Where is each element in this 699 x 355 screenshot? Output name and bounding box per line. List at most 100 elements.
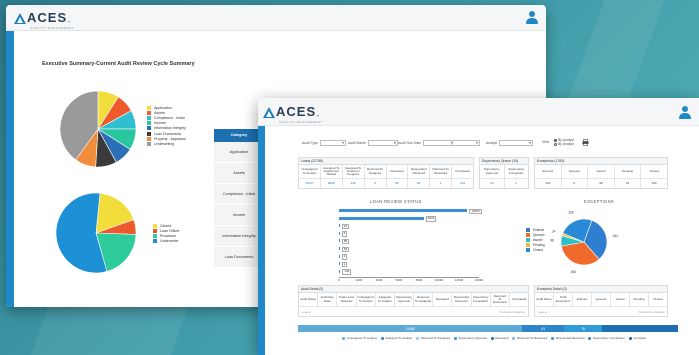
bar[interactable] xyxy=(339,239,340,243)
grid-cell: 13 xyxy=(480,179,505,188)
bar-data-label: 13 xyxy=(341,223,349,230)
grid-cell: Assigned To Analyst In Progress xyxy=(343,165,365,178)
legend-swatch xyxy=(490,336,494,340)
audit-detail-empty: No items to display xyxy=(499,309,525,314)
view-radio-2[interactable]: By Analyst xyxy=(554,142,574,146)
category-row[interactable]: Income xyxy=(214,205,264,226)
audit-type-label: Audit Type xyxy=(302,141,318,145)
legend-label: Responded Received xyxy=(555,336,585,340)
summary-segment xyxy=(601,325,678,332)
exceptions-panel: Exceptions (1765) Entered Queued Issued Pen… xyxy=(534,157,668,189)
grid-cell: Pending xyxy=(615,165,642,178)
legend-label: Entered xyxy=(533,227,545,232)
grid-cell: Responded Received xyxy=(452,293,472,306)
aces-logo[interactable]: ACES ™ QUALITY MANAGEMENT xyxy=(14,11,74,30)
aces-logo[interactable]: ACES ™ QUALITY MANAGEMENT xyxy=(263,104,323,124)
logo-tm: ™ xyxy=(67,20,71,24)
legend-swatch xyxy=(147,136,151,141)
grid-cell: 89 xyxy=(387,179,409,188)
audit-type-select[interactable] xyxy=(319,140,346,146)
exception-detail-empty: No items to display xyxy=(638,309,664,314)
logo-text: ACES xyxy=(276,104,317,119)
legend-item: Queued xyxy=(526,232,545,237)
grid-cell: Unassigned To Analyst xyxy=(299,165,321,178)
grid-cell: Issued xyxy=(588,165,615,178)
grid-cell: 12127 xyxy=(299,179,321,188)
bar[interactable] xyxy=(339,209,468,212)
summary-segment: 63 xyxy=(522,325,564,332)
category-row[interactable]: Loan Documents xyxy=(214,247,264,268)
grid-cell: Entered xyxy=(535,165,562,178)
grid-cell: 442 xyxy=(535,179,562,188)
grid-cell: Queued xyxy=(562,165,589,178)
summary-segment: 78 xyxy=(563,325,602,332)
logo-subtitle: QUALITY MANAGEMENT xyxy=(30,26,75,30)
legend-item: Issued xyxy=(526,237,545,242)
pie-data-label: 442 xyxy=(613,234,619,238)
legend-label: Supervisory Approval xyxy=(458,336,487,340)
bar-data-label: 5 xyxy=(341,231,348,237)
user-icon[interactable] xyxy=(526,11,538,24)
legend-label: Compliance - Initial xyxy=(154,115,185,120)
legend-swatch xyxy=(526,232,530,237)
legend-item: Loan Officer xyxy=(153,228,180,233)
supervisory-panel: Supervisory Queue (15) Supervisory Appro… xyxy=(479,157,529,189)
grid-cell: Pending xyxy=(630,293,649,306)
loan-status-summary-bar[interactable]: 21588 63 78 xyxy=(298,325,678,332)
category-row[interactable]: Compliance - Initial xyxy=(214,184,264,205)
bar[interactable] xyxy=(339,231,340,235)
grid-cell: 8938 xyxy=(321,179,343,188)
role-pie-chart[interactable] xyxy=(54,191,138,275)
grid-cell: 84 xyxy=(408,179,431,188)
category-header: Category xyxy=(214,129,264,142)
front-window: ACES ™ QUALITY MANAGEMENT Audit Type Aud… xyxy=(258,98,699,355)
audit-due-date-to-input[interactable] xyxy=(452,140,480,146)
summary-segment: 21588 xyxy=(298,325,523,332)
audit-name-select[interactable] xyxy=(367,140,398,146)
grid-cell: Queued xyxy=(592,293,611,306)
category-row[interactable]: Application xyxy=(214,142,264,163)
bar[interactable] xyxy=(339,224,340,228)
pie-data-label: 450 xyxy=(571,270,577,274)
legend-item: Underwriter xyxy=(153,239,180,244)
legend-label: Loan Documents xyxy=(154,131,182,136)
x-tick-label: 8000 xyxy=(415,278,423,283)
legend-item: Underwriting xyxy=(147,141,186,146)
legend-label: Queued xyxy=(533,232,545,237)
loans-panel-title: Loans (22785) xyxy=(299,158,473,165)
bar[interactable] xyxy=(339,247,340,250)
sidebar-strip xyxy=(6,31,14,307)
grid-cell: Assigned To Analyst xyxy=(376,293,395,306)
loan-review-chart-title: LOAN REVIEW STATUS xyxy=(370,199,422,204)
print-icon[interactable] xyxy=(582,139,589,146)
filter-bar: Audit Type Audit Name Audit Due Date Ana… xyxy=(302,138,679,150)
legend-label: Supervisory Completion xyxy=(592,336,625,340)
x-tick-label: 0 xyxy=(338,278,340,283)
legend-label: Reviewed xyxy=(495,336,509,340)
bar[interactable] xyxy=(339,269,341,273)
grid-cell: Completed xyxy=(511,296,527,301)
bar[interactable] xyxy=(339,262,340,266)
role-pie-legend: Closed Loan Officer Processor Underwriter xyxy=(153,223,180,244)
legend-swatch xyxy=(147,110,151,115)
bar[interactable] xyxy=(339,216,424,220)
user-icon[interactable] xyxy=(679,106,691,119)
legend-item: Pending xyxy=(526,243,545,248)
category-pie-chart[interactable] xyxy=(58,89,138,169)
grid-cell: 144 xyxy=(460,180,466,185)
grid-cell: Returned To Assigned xyxy=(414,293,434,306)
grid-cell: Returned To Reviewed xyxy=(491,293,510,306)
loans-panel: Loans (22785) Unassigned To Analyst Assig… xyxy=(298,157,474,189)
audit-detail-panel: Audit Detail (0) Audit Name Audit Due Dat… xyxy=(298,285,529,317)
bar[interactable] xyxy=(339,254,340,258)
pager-icon[interactable]: ◂ ◂ ▸ ▸ xyxy=(302,310,311,314)
grid-cell: Audit Name xyxy=(535,293,554,306)
category-row[interactable]: Assets xyxy=(214,163,264,184)
pie-data-label: 98 xyxy=(550,238,554,242)
category-row[interactable]: Information Integrity xyxy=(214,226,264,247)
analyst-label: Analyst xyxy=(486,141,498,145)
legend-label: Income xyxy=(154,121,166,126)
legend-label: Closed xyxy=(160,223,172,228)
pager-icon[interactable]: ◂ ◂ ▸ ▸ xyxy=(538,310,547,314)
analyst-select[interactable] xyxy=(499,140,534,146)
